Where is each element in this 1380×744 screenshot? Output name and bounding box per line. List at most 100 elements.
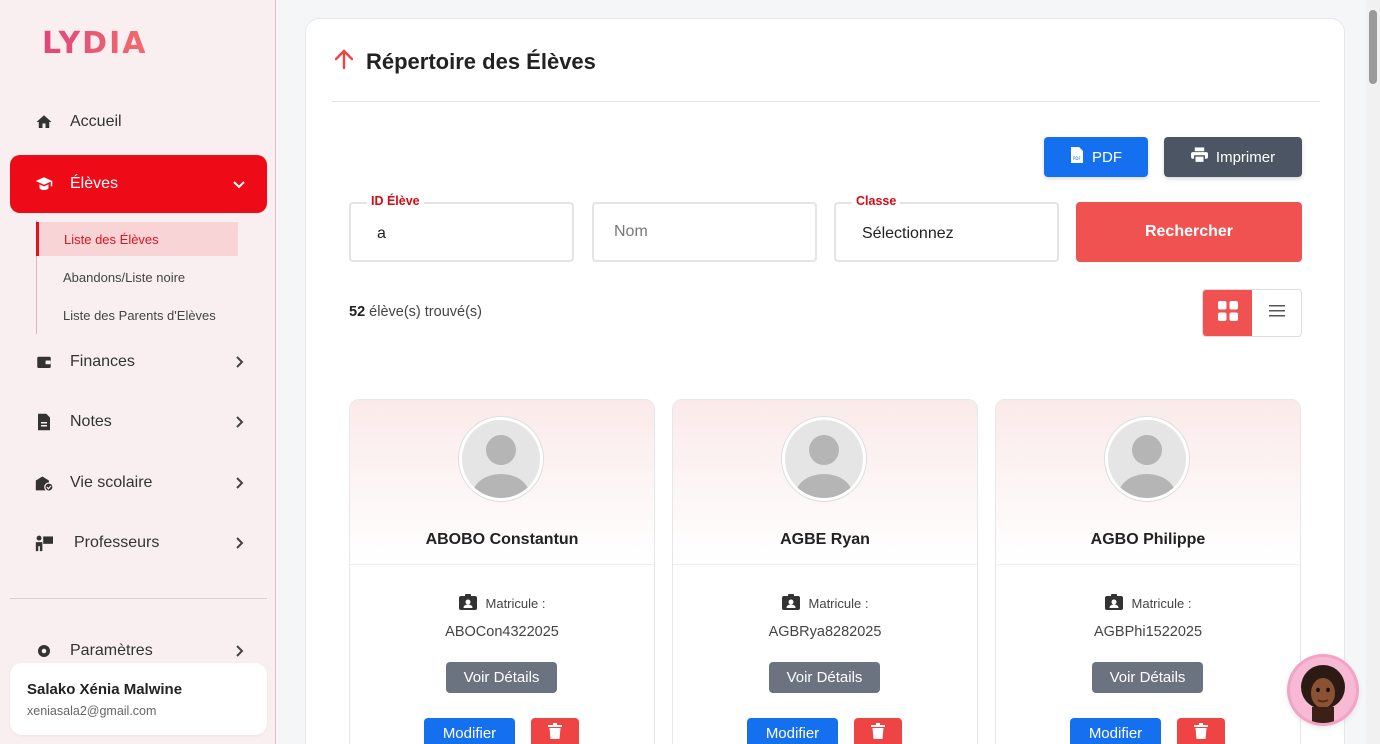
- sidebar-item-accueil[interactable]: Accueil: [10, 93, 267, 151]
- sidebar-subitem-liste-eleves[interactable]: Liste des Élèves: [36, 222, 238, 256]
- details-button[interactable]: Voir Détails: [769, 662, 880, 693]
- student-card-header: AGBE Ryan: [673, 400, 977, 565]
- pdf-label: PDF: [1092, 148, 1122, 166]
- delete-button[interactable]: [854, 718, 902, 744]
- teacher-icon: [34, 533, 54, 553]
- page-title: Répertoire des Élèves: [366, 48, 596, 74]
- list-icon: [1268, 304, 1285, 323]
- search-button[interactable]: Rechercher: [1076, 202, 1302, 262]
- chevron-right-icon: [233, 356, 245, 368]
- chevron-right-icon: [233, 416, 245, 428]
- arrow-up-icon: [332, 47, 356, 76]
- list-view-button[interactable]: [1252, 290, 1301, 336]
- matricule-value: AGBPhi1522025: [1093, 624, 1203, 640]
- results-count: 52 élève(s) trouvé(s): [349, 304, 482, 320]
- scrollbar[interactable]: [1366, 0, 1380, 744]
- details-button[interactable]: Voir Détails: [1092, 662, 1203, 693]
- svg-text:PDF: PDF: [1073, 156, 1081, 161]
- sidebar-item-finances[interactable]: Finances: [10, 333, 267, 391]
- main-card: Répertoire des Élèves PDF PDF Imprimer I…: [305, 18, 1345, 744]
- results-count-text: élève(s) trouvé(s): [369, 304, 482, 320]
- wallet-icon: [34, 352, 54, 372]
- details-button[interactable]: Voir Détails: [446, 662, 557, 693]
- trash-icon: [1194, 723, 1208, 744]
- pdf-button[interactable]: PDF PDF: [1044, 137, 1148, 177]
- sidebar-item-label: Professeurs: [74, 534, 160, 551]
- logo[interactable]: LYDIA: [42, 26, 147, 61]
- print-button[interactable]: Imprimer: [1164, 137, 1302, 177]
- scrollbar-thumb[interactable]: [1369, 10, 1377, 84]
- edit-button[interactable]: Modifier: [747, 718, 838, 744]
- user-name: Salako Xénia Malwine: [27, 681, 183, 698]
- classe-label: Classe: [852, 194, 901, 208]
- sidebar-item-label: Notes: [70, 413, 112, 430]
- user-email: xeniasala2@gmail.com: [27, 704, 157, 718]
- title-row: Répertoire des Élèves: [332, 47, 596, 76]
- matricule-label: Matricule :: [485, 596, 546, 611]
- sidebar-item-professeurs[interactable]: Professeurs: [10, 514, 267, 572]
- id-badge-icon: [458, 594, 477, 613]
- id-badge-icon: [781, 594, 800, 613]
- sidebar-item-label: Finances: [70, 353, 135, 370]
- id-eleve-value: a: [377, 225, 386, 242]
- student-card: AGBE Ryan Matricule : AGBRya8282025 Voir…: [672, 399, 978, 744]
- sidebar-item-label: Paramètres: [70, 642, 153, 659]
- chevron-right-icon: [233, 477, 245, 489]
- student-name: ABOBO Constantun: [425, 531, 579, 548]
- sidebar-subitem-parents[interactable]: Liste des Parents d'Elèves: [37, 296, 246, 334]
- view-toggle: [1202, 289, 1302, 337]
- classe-value: Sélectionnez: [862, 225, 954, 242]
- id-eleve-label: ID Élève: [367, 194, 424, 208]
- matricule-label: Matricule :: [808, 596, 869, 611]
- document-icon: [34, 412, 54, 432]
- settings-icon: [34, 641, 54, 661]
- chevron-right-icon: [233, 645, 245, 657]
- user-card[interactable]: Salako Xénia Malwine xeniasala2@gmail.co…: [10, 663, 267, 735]
- student-name: AGBE Ryan: [780, 531, 870, 548]
- sidebar-item-eleves[interactable]: Élèves: [10, 155, 267, 213]
- title-divider: [332, 101, 1320, 102]
- sidebar-subitem-abandons[interactable]: Abandons/Liste noire: [37, 258, 246, 296]
- nom-field[interactable]: Nom: [592, 202, 817, 262]
- chat-assistant-avatar[interactable]: [1290, 657, 1356, 723]
- sidebar-divider: [10, 598, 267, 599]
- eleves-submenu: Liste des Élèves Abandons/Liste noire Li…: [36, 220, 246, 334]
- home-icon: [34, 112, 54, 132]
- matricule-row: Matricule :: [673, 594, 977, 613]
- avatar: [459, 417, 543, 501]
- id-badge-icon: [1104, 594, 1123, 613]
- student-card: AGBO Philippe Matricule : AGBPhi1522025 …: [995, 399, 1301, 744]
- chevron-right-icon: [233, 537, 245, 549]
- sidebar: LYDIA Accueil Élèves Liste des Élèves Ab…: [0, 0, 276, 744]
- matricule-value: ABOCon4322025: [445, 624, 559, 640]
- print-label: Imprimer: [1215, 148, 1276, 166]
- edit-button[interactable]: Modifier: [1070, 718, 1161, 744]
- printer-icon: [1190, 147, 1208, 167]
- school-icon: [34, 473, 54, 493]
- student-card: ABOBO Constantun Matricule : ABOCon43220…: [349, 399, 655, 744]
- trash-icon: [548, 723, 562, 744]
- matricule-row: Matricule :: [350, 594, 654, 613]
- trash-icon: [871, 723, 885, 744]
- matricule-row: Matricule :: [996, 594, 1300, 613]
- student-card-header: ABOBO Constantun: [350, 400, 654, 565]
- file-pdf-icon: PDF: [1070, 147, 1084, 167]
- sidebar-item-vie-scolaire[interactable]: Vie scolaire: [10, 454, 267, 512]
- delete-button[interactable]: [531, 718, 579, 744]
- classe-select[interactable]: Classe Sélectionnez: [834, 194, 1059, 262]
- sidebar-item-label: Vie scolaire: [70, 474, 153, 491]
- grid-view-button[interactable]: [1203, 290, 1252, 336]
- matricule-label: Matricule :: [1131, 596, 1192, 611]
- nom-placeholder: Nom: [614, 223, 648, 240]
- grid-icon: [1217, 300, 1238, 326]
- sidebar-item-label: Élèves: [70, 175, 119, 192]
- results-count-number: 52: [349, 304, 366, 320]
- student-card-header: AGBO Philippe: [996, 400, 1300, 565]
- id-eleve-field[interactable]: ID Élève a: [349, 194, 574, 262]
- sidebar-item-label: Accueil: [70, 113, 122, 130]
- chevron-down-icon: [233, 178, 245, 190]
- delete-button[interactable]: [1177, 718, 1225, 744]
- edit-button[interactable]: Modifier: [424, 718, 515, 744]
- avatar: [1105, 417, 1189, 501]
- sidebar-item-notes[interactable]: Notes: [10, 393, 267, 451]
